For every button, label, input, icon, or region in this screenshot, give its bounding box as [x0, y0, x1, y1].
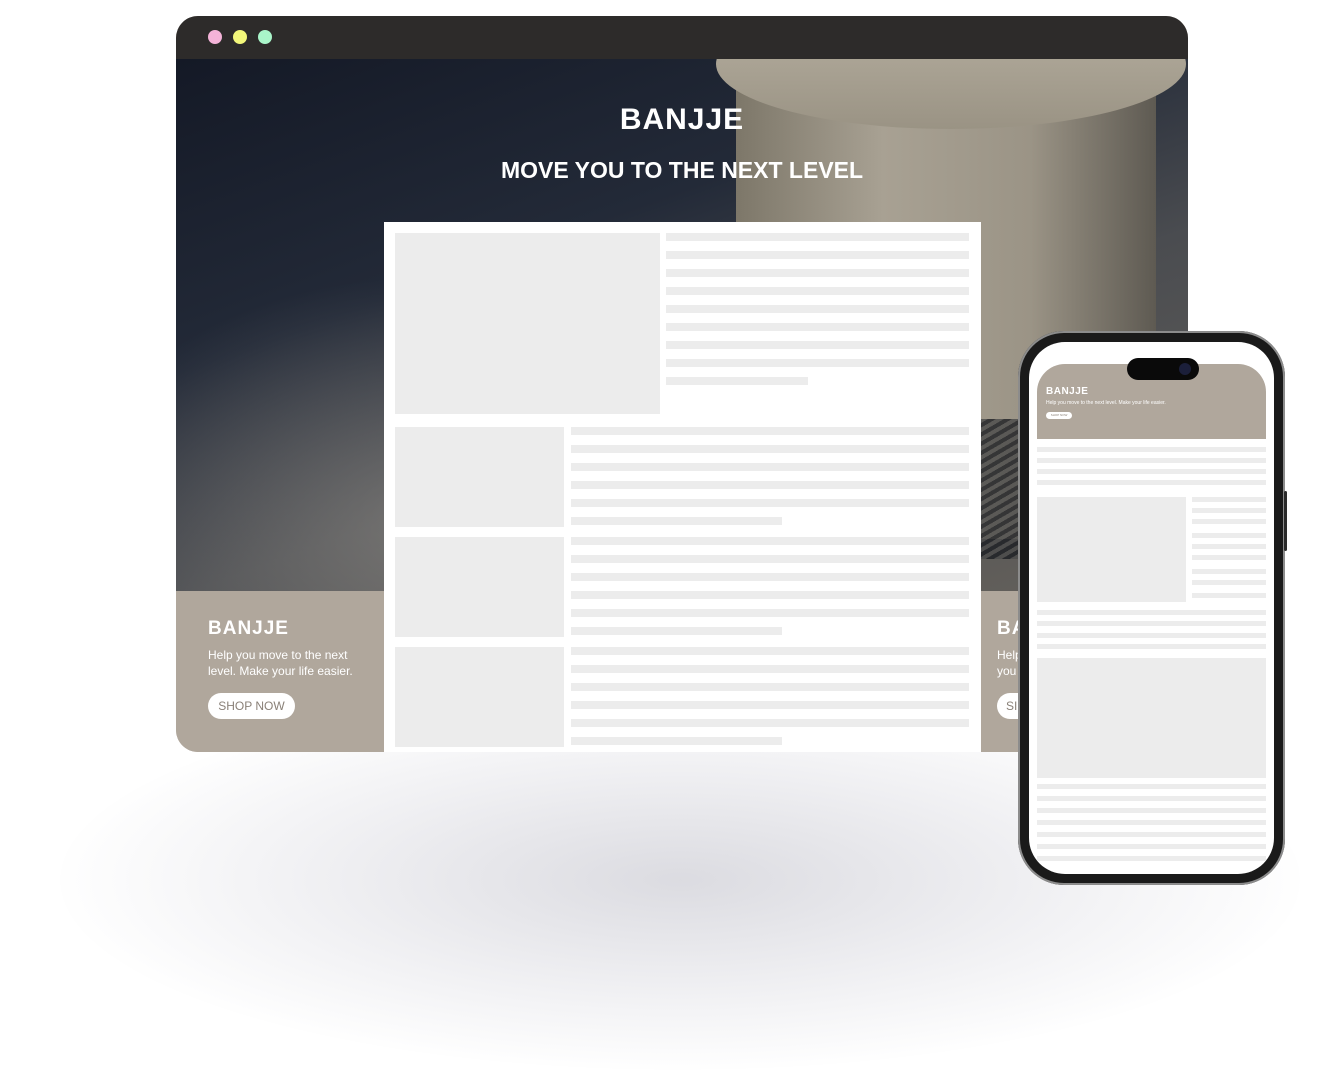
phone-side-button	[1284, 491, 1287, 551]
list-item-image-placeholder	[395, 647, 564, 747]
text-line-placeholder	[666, 269, 969, 277]
text-line-placeholder	[571, 499, 969, 507]
text-line-placeholder	[666, 341, 969, 349]
mobile-shop-now-button[interactable]: SHOP NOW	[1046, 412, 1072, 419]
text-line-placeholder	[571, 627, 782, 635]
text-line-placeholder	[571, 609, 969, 617]
text-line-placeholder	[1037, 447, 1266, 452]
left-promo-brand: BANJJE	[208, 618, 289, 639]
text-line-placeholder	[1192, 544, 1266, 549]
text-line-placeholder	[571, 665, 969, 673]
left-promo-text-line1: Help you move to the next	[208, 648, 348, 662]
front-camera	[1179, 363, 1191, 375]
text-line-placeholder	[1037, 856, 1266, 861]
text-line-placeholder	[1192, 508, 1266, 513]
text-line-placeholder	[571, 555, 969, 563]
text-line-placeholder	[1037, 610, 1266, 615]
phone-screen: BANJJE Help you move to the next level. …	[1029, 342, 1274, 874]
browser-titlebar	[176, 16, 1188, 59]
phone-mockup: BANJJE Help you move to the next level. …	[1018, 331, 1287, 885]
text-line-placeholder	[1037, 784, 1266, 789]
mobile-image-placeholder	[1037, 497, 1186, 602]
maximize-window-button[interactable]	[258, 30, 272, 44]
text-line-placeholder	[571, 537, 969, 545]
text-line-placeholder	[571, 719, 969, 727]
text-line-placeholder	[571, 701, 969, 709]
left-promo-panel: BANJJE Help you move to the next level. …	[176, 591, 384, 752]
left-promo-text-line2: level. Make your life easier.	[208, 664, 353, 678]
text-line-placeholder	[571, 683, 969, 691]
text-line-placeholder	[666, 251, 969, 259]
text-line-placeholder	[571, 647, 969, 655]
text-line-placeholder	[571, 737, 782, 745]
close-window-button[interactable]	[208, 30, 222, 44]
text-line-placeholder	[1192, 580, 1266, 585]
dynamic-island	[1127, 358, 1199, 380]
text-line-placeholder	[1037, 820, 1266, 825]
hero-tagline: MOVE YOU TO THE NEXT LEVEL	[500, 157, 864, 183]
text-line-placeholder	[1037, 633, 1266, 638]
text-line-placeholder	[666, 377, 808, 385]
text-line-placeholder	[1037, 458, 1266, 463]
text-line-placeholder	[666, 359, 969, 367]
text-line-placeholder	[571, 463, 969, 471]
mobile-brand: BANJJE	[1046, 386, 1089, 397]
text-line-placeholder	[571, 573, 969, 581]
text-line-placeholder	[1037, 808, 1266, 813]
content-card	[384, 222, 981, 752]
text-line-placeholder	[571, 481, 969, 489]
shop-now-button[interactable]: SHOP NOW	[208, 693, 295, 719]
hero-brand-title: BANJJE	[619, 103, 745, 136]
mobile-hero-text: Help you move to the next level. Make yo…	[1046, 400, 1166, 406]
text-line-placeholder	[1192, 593, 1266, 598]
text-line-placeholder	[666, 323, 969, 331]
text-line-placeholder	[666, 287, 969, 295]
text-line-placeholder	[1192, 497, 1266, 502]
featured-image-placeholder	[395, 233, 660, 414]
text-line-placeholder	[571, 427, 969, 435]
text-line-placeholder	[1192, 533, 1266, 538]
text-line-placeholder	[1037, 469, 1266, 474]
text-line-placeholder	[1192, 519, 1266, 524]
right-promo-text-line2: you	[997, 664, 1017, 678]
text-line-placeholder	[1037, 844, 1266, 849]
text-line-placeholder	[571, 517, 782, 525]
text-line-placeholder	[1192, 569, 1266, 574]
text-line-placeholder	[1192, 555, 1266, 560]
list-item-image-placeholder	[395, 537, 564, 637]
text-line-placeholder	[1037, 480, 1266, 485]
mobile-large-image-placeholder	[1037, 658, 1266, 778]
text-line-placeholder	[1037, 644, 1266, 649]
text-line-placeholder	[666, 305, 969, 313]
list-item-image-placeholder	[395, 427, 564, 527]
text-line-placeholder	[571, 445, 969, 453]
text-line-placeholder	[1037, 832, 1266, 837]
text-line-placeholder	[1037, 621, 1266, 626]
text-line-placeholder	[1037, 796, 1266, 801]
minimize-window-button[interactable]	[233, 30, 247, 44]
text-line-placeholder	[571, 591, 969, 599]
text-line-placeholder	[666, 233, 969, 241]
